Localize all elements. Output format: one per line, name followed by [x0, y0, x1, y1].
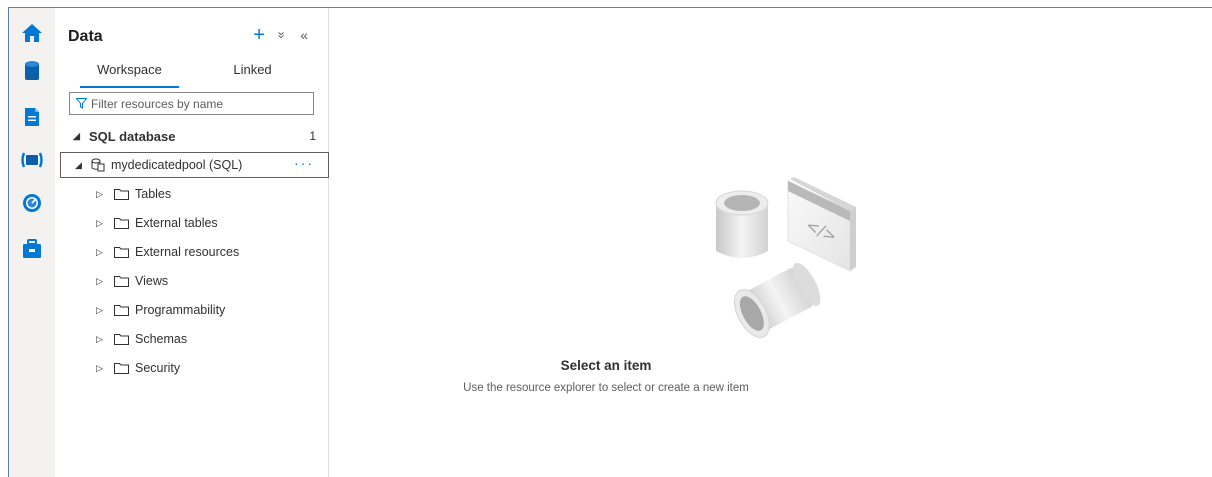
- data-pane: Data + » « Workspace Linked ◢ SQL databa…: [55, 8, 329, 477]
- filter-box[interactable]: [69, 92, 314, 115]
- empty-state-subtitle: Use the resource explorer to select or c…: [463, 382, 749, 394]
- tree-item-pool[interactable]: ◢ mydedicatedpool (SQL) ···: [60, 152, 329, 178]
- tab-workspace[interactable]: Workspace: [68, 60, 191, 88]
- tree-item-views[interactable]: ▷ Views: [55, 268, 329, 294]
- tree-item-label: Schemas: [135, 332, 188, 346]
- filter-icon: [76, 98, 87, 109]
- collapsed-triangle-icon: ▷: [96, 188, 103, 199]
- pane-title: Data: [68, 28, 103, 45]
- collapsed-triangle-icon: ▷: [96, 275, 103, 286]
- collapsed-triangle-icon: ▷: [96, 304, 103, 315]
- folder-icon: [114, 275, 129, 287]
- section-count: 1: [309, 129, 316, 143]
- main-content: </>: [330, 8, 1212, 477]
- integrate-icon[interactable]: [19, 147, 45, 173]
- tree-item-schemas[interactable]: ▷ Schemas: [55, 326, 329, 352]
- tree-item-label: Tables: [135, 187, 172, 201]
- tree-item-label: Views: [135, 274, 169, 288]
- tab-linked[interactable]: Linked: [191, 60, 314, 88]
- hide-pane-icon[interactable]: «: [300, 25, 308, 45]
- more-actions-icon[interactable]: ···: [294, 155, 314, 171]
- collapsed-triangle-icon: ▷: [96, 217, 103, 228]
- folder-icon: [114, 304, 129, 316]
- folder-icon: [114, 217, 129, 229]
- sql-pool-icon: [91, 158, 105, 172]
- monitor-icon[interactable]: [19, 190, 45, 216]
- expanded-triangle-icon: ◢: [75, 159, 82, 170]
- empty-state-title: Select an item: [560, 358, 652, 373]
- tree-item-tables[interactable]: ▷ Tables: [55, 181, 329, 207]
- expanded-triangle-icon: ◢: [73, 130, 80, 141]
- tree-item-external-tables[interactable]: ▷ External tables: [55, 210, 329, 236]
- activity-rail: [9, 8, 55, 477]
- tab-strip: Workspace Linked: [68, 60, 314, 88]
- folder-icon: [114, 333, 129, 345]
- collapse-all-icon[interactable]: »: [273, 31, 293, 38]
- manage-icon[interactable]: [19, 236, 45, 262]
- folder-icon: [114, 362, 129, 374]
- tree-item-label: External resources: [135, 245, 240, 259]
- empty-state-illustration: </>: [715, 177, 856, 338]
- data-icon[interactable]: [19, 58, 45, 84]
- pane-actions: + » «: [253, 24, 308, 46]
- pool-label: mydedicatedpool (SQL): [111, 158, 243, 172]
- app-frame: Data + » « Workspace Linked ◢ SQL databa…: [0, 0, 1212, 477]
- develop-icon[interactable]: [19, 104, 45, 130]
- tree-item-external-resources[interactable]: ▷ External resources: [55, 239, 329, 265]
- collapsed-triangle-icon: ▷: [96, 333, 103, 344]
- tree-item-label: External tables: [135, 216, 218, 230]
- tree-section-sql-database[interactable]: ◢ SQL database 1: [55, 123, 329, 149]
- add-icon[interactable]: +: [253, 24, 265, 46]
- folder-icon: [114, 246, 129, 258]
- folder-icon: [114, 188, 129, 200]
- home-icon[interactable]: [19, 20, 45, 46]
- tree-item-label: Programmability: [135, 303, 226, 317]
- filter-input[interactable]: [91, 96, 311, 111]
- collapsed-triangle-icon: ▷: [96, 246, 103, 257]
- collapsed-triangle-icon: ▷: [96, 362, 103, 373]
- tree-item-programmability[interactable]: ▷ Programmability: [55, 297, 329, 323]
- tree-item-security[interactable]: ▷ Security: [55, 355, 329, 381]
- tree-item-label: Security: [135, 361, 181, 375]
- section-label: SQL database: [89, 128, 176, 144]
